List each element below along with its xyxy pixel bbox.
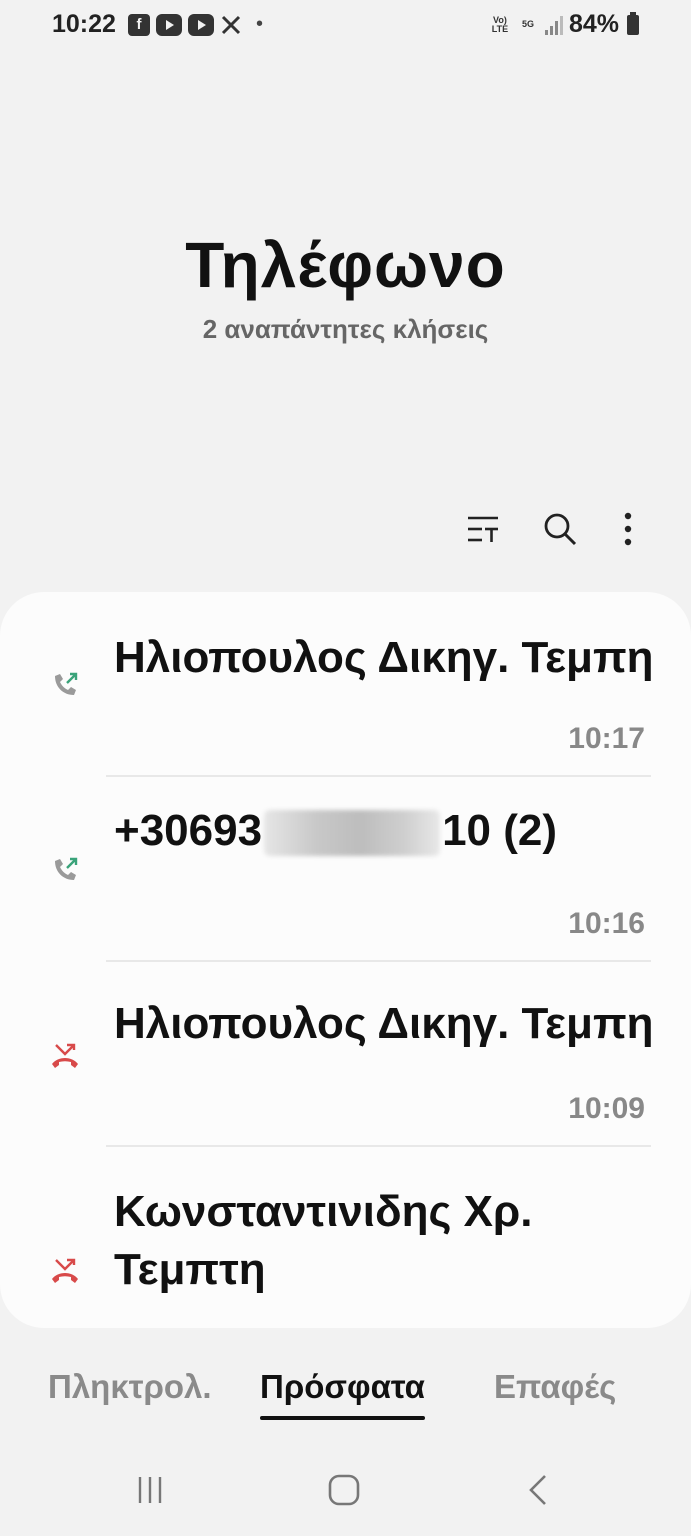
outgoing-call-icon [55,672,78,695]
signal-icon [544,15,563,35]
outgoing-call-icon [55,857,78,880]
more-options-button[interactable] [603,504,653,554]
status-right: Vo) LTE 5G 84% [489,10,639,39]
missed-call-icon [52,1258,78,1283]
tab-recents[interactable]: Πρόσφατα [260,1368,425,1420]
volte-icon: Vo) LTE [491,14,509,34]
call-list: Ηλιοπουλος Δικηγ. Τεμπη 10:17 +30693 10 (… [0,592,691,1328]
call-log-item[interactable]: Ηλιοπουλος Δικηγ. Τεμπη 10:17 [0,592,691,776]
number-prefix: +30693 [114,806,263,855]
contact-name: Ηλιοπουλος Δικηγ. Τεμπη [114,633,654,682]
x-icon [220,14,242,36]
filter-button[interactable] [458,504,508,554]
battery-icon [627,11,639,35]
call-time: 10:17 [568,722,645,755]
recent-apps-icon [138,1477,162,1503]
call-time: 10:16 [568,907,645,940]
tab-contacts[interactable]: Επαφές [494,1368,616,1406]
missed-calls-subtitle: 2 αναπάντητες κλήσεις [202,314,489,344]
filter-icon [468,516,498,542]
contact-number: +30693 10 (2) [114,803,661,859]
status-time: 10:22 [52,10,116,38]
home-button[interactable] [314,1460,374,1520]
status-bar: 10:22 f • Vo) LTE 5G 84% [0,0,691,52]
call-log-item[interactable]: Ηλιοπουλος Δικηγ. Τεμπη 10:09 [0,962,691,1146]
facebook-icon: f [128,13,150,36]
back-button[interactable] [508,1460,568,1520]
active-tab-indicator [260,1416,425,1420]
missed-call-icon [52,1043,78,1068]
contact-name: Ηλιοπουλος Δικηγ. Τεμπη [114,999,654,1048]
search-icon [544,513,577,546]
navigation-bar [0,1460,691,1520]
redacted-digits [264,810,441,857]
call-time: 10:09 [568,1092,645,1125]
home-icon [328,1474,360,1506]
page-title: Τηλέφωνο [185,229,506,301]
tab-keypad[interactable]: Πληκτρολ. [48,1368,212,1406]
search-button[interactable] [535,504,585,554]
notification-dot: • [256,13,264,35]
more-vert-icon [624,512,632,546]
bottom-tabs: Πληκτρολ. Πρόσφατα Επαφές [0,1368,691,1428]
back-icon [529,1475,546,1505]
notification-icons: f • [128,13,263,36]
tab-recents-label: Πρόσφατα [260,1368,425,1405]
youtube-icon [156,13,182,36]
youtube-icon [188,13,214,36]
call-log-item[interactable]: Κωνσταντινιδης Χρ. Τεμπτη [0,1147,691,1328]
recent-apps-button[interactable] [120,1460,180,1520]
contact-name: Κωνσταντινιδης Χρ. Τεμπτη [114,1187,533,1294]
battery-percent: 84% [568,10,619,38]
network-icon: 5G [521,19,534,29]
call-log-item[interactable]: +30693 10 (2) 10:16 [0,777,691,961]
number-suffix: 10 (2) [442,806,558,855]
